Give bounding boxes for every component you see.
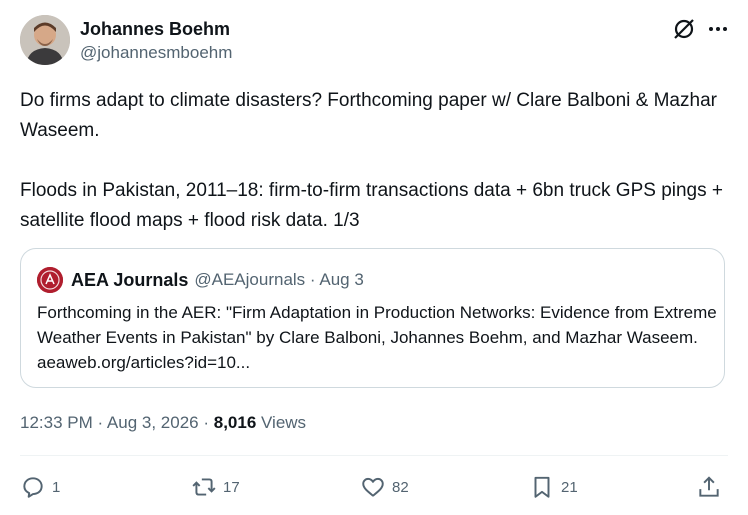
quoted-tweet-text: Forthcoming in the AER: "Firm Adaptation… <box>37 303 717 372</box>
like-button[interactable]: 82 <box>360 470 409 504</box>
quoted-author-name: AEA Journals <box>71 269 189 290</box>
like-count: 82 <box>392 478 409 496</box>
reply-button[interactable]: 1 <box>20 470 60 504</box>
quoted-author-meta: @AEAjournals · Aug 3 <box>194 270 364 289</box>
repost-count: 17 <box>223 478 240 496</box>
share-icon <box>699 476 719 497</box>
avatar-icon <box>20 15 70 65</box>
tweet-meta: 12:33 PM · Aug 3, 2026 · 8,016 Views <box>20 412 306 434</box>
quoted-tweet-header: AEA Journals @AEAjournals · Aug 3 <box>37 267 364 293</box>
tweet-paragraph-2: Floods in Pakistan, 2011–18: firm-to-fir… <box>20 180 723 231</box>
reply-count: 1 <box>52 478 61 496</box>
repost-button[interactable]: 17 <box>191 470 240 504</box>
action-bar: 1 17 82 21 <box>20 470 728 504</box>
more-icon[interactable] <box>706 17 730 41</box>
bookmark-button[interactable]: 21 <box>529 470 578 504</box>
reply-icon <box>23 477 43 498</box>
avatar[interactable] <box>20 15 70 65</box>
tweet-text: Do firms adapt to climate disasters? For… <box>20 86 735 236</box>
bookmark-count: 21 <box>561 478 578 496</box>
aea-logo-icon <box>37 267 63 293</box>
quoted-tweet[interactable]: AEA Journals @AEAjournals · Aug 3 Forthc… <box>20 248 725 388</box>
tweet-header: Johannes Boehm @johannesmboehm <box>20 15 730 67</box>
tweet-datetime[interactable]: 12:33 PM · Aug 3, 2026 · <box>20 413 214 432</box>
views-count: 8,016 <box>213 413 257 432</box>
bookmark-icon <box>534 476 550 498</box>
author-handle[interactable]: @johannesmboehm <box>80 42 232 64</box>
share-button[interactable] <box>696 470 728 504</box>
views-label: Views <box>256 413 307 432</box>
heart-icon <box>362 477 384 497</box>
divider <box>20 455 728 456</box>
author-name[interactable]: Johannes Boehm <box>80 18 230 40</box>
tweet-paragraph-1: Do firms adapt to climate disasters? For… <box>20 90 717 141</box>
repost-icon <box>192 478 216 496</box>
grok-icon[interactable] <box>672 17 696 41</box>
